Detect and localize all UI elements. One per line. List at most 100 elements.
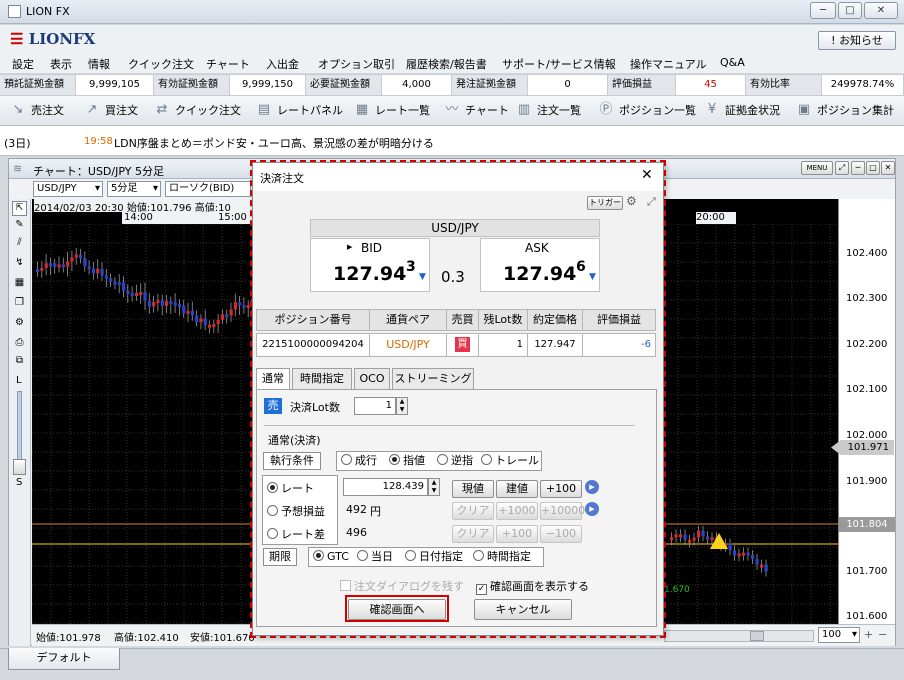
menu-item-view[interactable]: 表示 — [50, 56, 72, 72]
chart-horizontal-scrollbar[interactable] — [664, 630, 814, 642]
menu-item-manual[interactable]: 操作マニュアル — [630, 56, 707, 72]
chart-menu-button[interactable]: MENU — [801, 161, 833, 175]
rate-list-button[interactable]: ▦ レート一覧 — [354, 102, 430, 118]
period-today-radio[interactable]: 当日 — [357, 548, 393, 566]
show-confirm-checkbox[interactable]: ✓ 確認画面を表示する — [476, 578, 589, 595]
minus100-diff-button[interactable]: −100 — [540, 525, 582, 543]
rate-diff-value: 496 — [346, 526, 367, 539]
trendline-tool-icon[interactable]: ✎ — [12, 219, 27, 234]
current-rate-button[interactable]: 現値 — [452, 480, 494, 498]
minimize-button[interactable]: ─ — [810, 2, 836, 19]
cursor-tool-icon[interactable]: ⇱ — [12, 201, 27, 216]
close-button[interactable]: ✕ — [864, 2, 898, 19]
trigger-button[interactable]: トリガー — [587, 196, 623, 210]
chevron-down-icon: ▾ — [851, 629, 857, 640]
plus100-diff-button[interactable]: +100 — [496, 525, 538, 543]
tab-oco[interactable]: OCO — [354, 368, 390, 390]
buy-order-button[interactable]: ↗ 買注文 — [84, 102, 138, 118]
clear-button[interactable]: クリア — [452, 502, 494, 520]
position-summary-button[interactable]: ▣ ポジション集計 — [796, 102, 894, 118]
zoom-in-icon[interactable]: + — [864, 628, 873, 641]
tab-streaming[interactable]: ストリーミング — [392, 368, 474, 390]
chart-minimize-button[interactable]: ─ — [851, 161, 865, 175]
rate-panel-button[interactable]: ▤ レートパネル — [256, 102, 343, 118]
lot-stepper[interactable]: ▲ ▼ — [396, 397, 408, 415]
plus1000-button[interactable]: +1000 — [496, 502, 538, 520]
copy-tool-icon[interactable]: ❐ — [12, 297, 27, 312]
order-list-button[interactable]: ▥ 注文一覧 — [516, 102, 581, 118]
exec-trail-radio[interactable]: トレール — [481, 452, 539, 470]
zoom-select[interactable]: 100 ▾ — [818, 627, 860, 643]
exec-limit-radio[interactable]: 指値 — [389, 452, 425, 470]
ask-price-panel[interactable]: ASK 127.94 6 ▼ — [480, 238, 600, 292]
menu-item-quick-order[interactable]: クイック注文 — [128, 56, 194, 72]
radio-label: 成行 — [355, 454, 377, 467]
chart-maximize-button[interactable]: □ — [866, 161, 880, 175]
keep-dialog-checkbox[interactable]: 注文ダイアログを残す — [340, 578, 464, 594]
pin-icon[interactable]: ⤢ — [647, 195, 656, 209]
period-label: 期限 — [263, 548, 297, 566]
gear-icon[interactable]: ⚙ — [626, 194, 637, 208]
interval-select[interactable]: 5分足 ▾ — [107, 181, 161, 197]
footer-high: 高値:102.410 — [114, 633, 179, 644]
position-list-button[interactable]: Ⓟ ポジション一覧 — [598, 102, 696, 118]
margin-status-button[interactable]: ¥ 証拠金状況 — [704, 102, 780, 118]
sell-order-button[interactable]: ↘ 売注文 — [10, 102, 64, 118]
quick-order-button[interactable]: ⇄ クイック注文 — [154, 102, 241, 118]
tab-time[interactable]: 時間指定 — [292, 368, 352, 390]
position-price-marker: 101.804 — [839, 517, 895, 532]
period-time-radio[interactable]: 時間指定 — [473, 548, 531, 566]
rate-diff-radio[interactable]: レート差 — [267, 526, 325, 542]
draw-tool-icon[interactable]: ↯ — [12, 257, 27, 272]
plus10000-button[interactable]: +10000 — [540, 502, 585, 520]
tab-default[interactable]: デフォルト — [8, 648, 120, 670]
period-gtc-radio[interactable]: GTC — [313, 548, 349, 566]
notice-button[interactable]: ! お知らせ — [818, 31, 896, 50]
menu-item-support[interactable]: サポート/サービス情報 — [502, 56, 616, 72]
pair-select[interactable]: USD/JPY ▾ — [33, 181, 103, 197]
window-tool-icon[interactable]: ⧉ — [12, 355, 27, 370]
menu-item-qa[interactable]: Q&A — [720, 56, 745, 69]
lot-input[interactable]: 1 — [354, 397, 396, 415]
clear-diff-button[interactable]: クリア — [452, 525, 494, 543]
alert-warning-icon[interactable] — [710, 533, 728, 549]
menu-item-info[interactable]: 情報 — [88, 56, 110, 72]
menu-item-chart[interactable]: チャート — [206, 56, 250, 72]
play-circle-icon[interactable]: ▶ — [585, 480, 599, 494]
news-ticker[interactable]: (3日) 19:58 LDN序盤まとめ＝ポンド安・ユーロ高、景況感の差が明暗分け… — [0, 126, 904, 156]
zoom-slider-track[interactable] — [17, 391, 22, 463]
period-date-radio[interactable]: 日付指定 — [405, 548, 463, 566]
expected-pl-radio[interactable]: 予想損益 — [267, 503, 325, 519]
maximize-button[interactable]: □ — [838, 2, 862, 19]
chart-close-button[interactable]: ✕ — [881, 161, 895, 175]
candle-body — [79, 254, 83, 259]
print-tool-icon[interactable]: ⎙ — [12, 337, 27, 352]
pin-button[interactable]: ⤢ — [835, 161, 849, 175]
settings-tool-icon[interactable]: ⚙ — [12, 317, 27, 332]
rate-stepper[interactable]: ▲ ▼ — [428, 478, 440, 496]
cancel-button[interactable]: キャンセル — [474, 599, 572, 620]
fib-tool-icon[interactable]: ⫽ — [12, 237, 27, 252]
zoom-out-icon[interactable]: − — [878, 628, 887, 641]
play-circle-icon[interactable]: ▶ — [585, 502, 599, 516]
scroll-thumb[interactable] — [750, 631, 764, 641]
chart-button[interactable]: 〰チャート — [444, 102, 508, 118]
menu-item-options[interactable]: オプション取引 — [318, 56, 395, 72]
zoom-slider-handle[interactable] — [13, 459, 26, 475]
tab-normal[interactable]: 通常 — [256, 368, 290, 390]
bid-price-panel[interactable]: ▶ BID 127.94 3 ▼ — [310, 238, 430, 292]
confirm-screen-button[interactable]: 確認画面へ — [348, 599, 446, 620]
exec-stop-radio[interactable]: 逆指 — [437, 452, 473, 470]
rate-input[interactable]: 128.439 — [343, 478, 428, 496]
grid-tool-icon[interactable]: ▦ — [12, 277, 27, 292]
exec-market-radio[interactable]: 成行 — [341, 452, 377, 470]
entry-rate-button[interactable]: 建値 — [496, 480, 538, 498]
menu-item-settings[interactable]: 設定 — [12, 56, 34, 72]
plus100-button[interactable]: +100 — [540, 480, 582, 498]
chart-type-select[interactable]: ローソク(BID) — [165, 181, 251, 197]
menu-item-history[interactable]: 履歴検索/報告書 — [406, 56, 487, 72]
menu-item-deposit[interactable]: 入出金 — [266, 56, 299, 72]
news-headline[interactable]: LDN序盤まとめ＝ポンド安・ユーロ高、景況感の差が明暗分ける — [114, 135, 434, 151]
rate-radio[interactable]: レート — [267, 480, 314, 496]
dialog-close-icon[interactable]: ✕ — [641, 167, 653, 183]
